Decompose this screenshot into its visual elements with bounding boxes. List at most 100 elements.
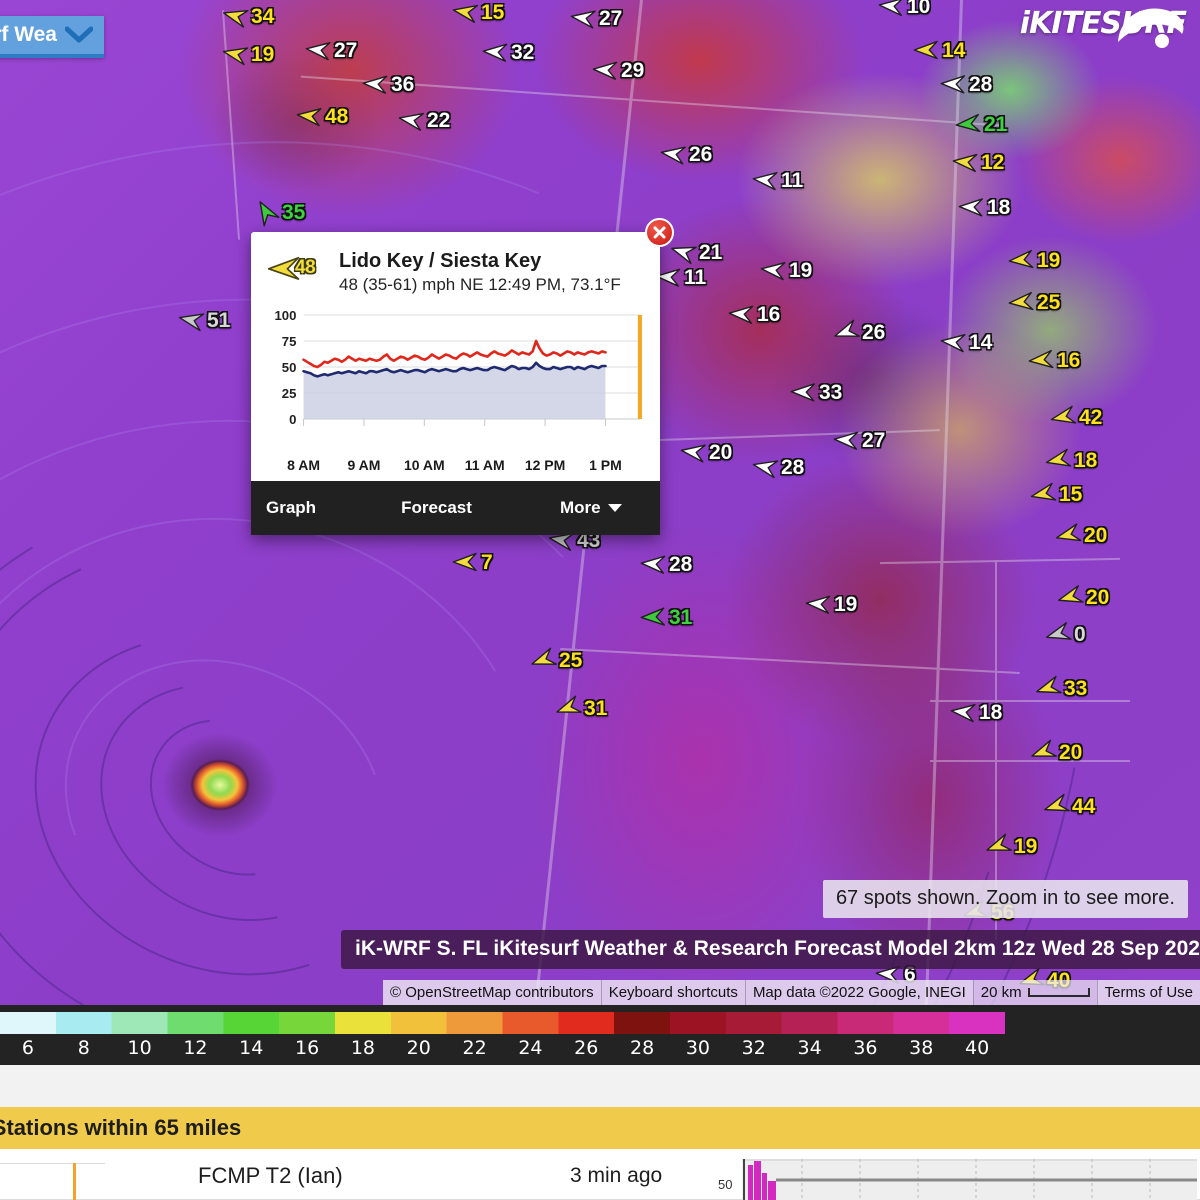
wind-marker-value: 19 — [251, 42, 275, 66]
wind-station-marker[interactable]: 19 — [222, 42, 274, 66]
wind-arrow-icon — [222, 9, 249, 28]
wind-station-marker[interactable]: 19 — [760, 258, 812, 282]
wind-station-marker[interactable]: 29 — [592, 58, 644, 82]
wind-station-marker[interactable]: 36 — [362, 72, 414, 96]
wind-marker-value: 19 — [789, 258, 813, 282]
close-icon[interactable] — [645, 218, 674, 247]
station-name[interactable]: FCMP T2 (Ian) — [198, 1163, 343, 1189]
wind-marker-value: 21 — [984, 112, 1008, 136]
wind-marker-value: 10 — [907, 0, 931, 18]
wind-marker-value: 29 — [621, 58, 645, 82]
wind-station-marker[interactable]: 26 — [833, 319, 885, 344]
wind-station-marker[interactable]: 27 — [305, 38, 357, 62]
wind-station-marker[interactable]: 20 — [1055, 523, 1107, 547]
wind-station-marker[interactable]: 7 — [452, 550, 493, 574]
wind-station-marker[interactable]: 20 — [1030, 739, 1083, 764]
wind-station-marker[interactable]: 14 — [940, 330, 992, 354]
surf-weather-dropdown[interactable]: rf Wea — [0, 16, 104, 58]
wind-station-marker[interactable]: 26 — [660, 142, 712, 166]
wind-station-marker[interactable]: 22 — [398, 108, 450, 132]
wind-marker-value: 28 — [969, 72, 993, 96]
wind-arrow-icon — [452, 4, 479, 23]
legend-tick: 24 — [518, 1037, 543, 1059]
chart-x-tick: 11 AM — [464, 457, 505, 473]
wind-station-marker[interactable]: 11 — [752, 168, 803, 192]
tab-more[interactable]: More — [560, 498, 622, 518]
wind-arrow-icon — [752, 460, 779, 479]
wind-station-marker[interactable]: 19 — [805, 592, 857, 616]
wind-station-marker[interactable]: 42 — [1050, 405, 1102, 429]
wind-station-marker[interactable]: 33 — [1035, 675, 1087, 700]
wind-arrow-icon — [660, 146, 686, 165]
wind-arrow-icon — [950, 704, 976, 723]
wind-station-marker[interactable]: 14 — [913, 38, 965, 62]
wind-marker-value: 35 — [282, 200, 306, 224]
station-popup[interactable]: 48 Lido Key / Siesta Key 48 (35-61) mph … — [251, 218, 674, 535]
wind-station-marker[interactable]: 15 — [452, 0, 504, 24]
wind-arrow-icon — [728, 305, 754, 324]
map-attribution-bar: © OpenStreetMap contributors Keyboard sh… — [0, 980, 1200, 1005]
wind-station-marker[interactable]: 10 — [878, 0, 930, 18]
wind-station-marker[interactable]: 11 — [655, 265, 706, 289]
wind-arrow-icon: 48 — [267, 250, 331, 286]
wind-station-marker[interactable]: 31 — [640, 605, 692, 629]
wind-marker-value: 19 — [1014, 834, 1038, 858]
wind-marker-value: 15 — [481, 0, 505, 24]
terms-of-use-link[interactable]: Terms of Use — [1096, 980, 1200, 1005]
wind-station-marker[interactable]: 21 — [955, 112, 1007, 136]
wind-arrow-icon — [1058, 585, 1084, 603]
wind-station-marker[interactable]: 27 — [570, 6, 622, 30]
ikitesurf-logo[interactable]: iKITESURF — [1020, 6, 1187, 48]
popup-footer: Graph Forecast More — [251, 481, 660, 535]
wind-marker-value: 34 — [251, 4, 275, 28]
wind-marker-value: 25 — [559, 648, 583, 672]
wind-station-marker[interactable]: 25 — [530, 647, 583, 672]
legend-tick: 16 — [294, 1037, 320, 1059]
wind-station-marker[interactable]: 15 — [1030, 482, 1082, 506]
legend-tick: 40 — [964, 1037, 990, 1059]
wind-station-marker[interactable]: 20 — [1057, 585, 1109, 609]
svg-text:75: 75 — [282, 334, 297, 349]
tab-forecast[interactable]: Forecast — [401, 498, 472, 518]
legend-tick-labels: 6 8 10 12 14 16 18 20 22 24 26 28 30 32 34 36 38 40 — [0, 1037, 1005, 1063]
wind-station-marker[interactable]: 31 — [555, 695, 607, 720]
wind-arrow-icon — [834, 319, 860, 337]
wind-station-marker[interactable]: 18 — [1045, 448, 1097, 472]
wind-station-marker[interactable]: 28 — [640, 552, 692, 576]
wind-station-marker[interactable]: 44 — [1043, 793, 1095, 818]
wind-station-marker[interactable]: 12 — [952, 150, 1004, 174]
wind-station-marker[interactable]: 25 — [1008, 290, 1060, 314]
wind-station-marker[interactable]: 16 — [1028, 348, 1080, 372]
legend-gradient — [0, 1012, 1005, 1034]
keyboard-shortcuts-button[interactable]: Keyboard shortcuts — [600, 980, 745, 1005]
wind-station-marker[interactable]: 28 — [752, 455, 804, 479]
wind-station-marker[interactable]: 35 — [253, 200, 306, 227]
wind-station-marker[interactable]: 19 — [1008, 248, 1060, 272]
wind-station-marker[interactable]: 16 — [728, 302, 780, 326]
row-divider — [0, 1163, 105, 1164]
wind-speed-legend: 6 8 10 12 14 16 18 20 22 24 26 28 30 32 34 36 38 40 — [0, 1005, 1200, 1065]
wind-station-marker[interactable]: 27 — [833, 428, 885, 452]
wind-station-marker[interactable]: 18 — [950, 700, 1002, 724]
wind-station-marker[interactable]: 21 — [670, 240, 722, 265]
panel-gap — [0, 1065, 1200, 1107]
table-row[interactable]: FCMP T2 (Ian) 3 min ago 50 — [0, 1149, 1200, 1200]
attribution-osm[interactable]: © OpenStreetMap contributors — [383, 980, 601, 1005]
wind-arrow-icon — [1036, 675, 1062, 694]
wind-marker-value: 18 — [979, 700, 1003, 724]
wind-station-marker[interactable]: 28 — [940, 72, 992, 96]
wind-arrow-icon — [940, 75, 966, 94]
wind-marker-value: 20 — [1059, 740, 1083, 764]
wind-station-marker[interactable]: 20 — [680, 440, 732, 464]
wind-station-marker[interactable]: 19 — [985, 833, 1038, 858]
wind-map[interactable]: 34 15 27 10 14 19 27 32 29 28 36 48 22 21 12 26 11 18 35 21… — [0, 0, 1200, 1005]
wind-station-marker[interactable]: 33 — [790, 380, 842, 404]
tab-graph[interactable]: Graph — [266, 498, 316, 518]
wind-station-marker[interactable]: 32 — [482, 40, 534, 64]
wind-station-marker[interactable]: 18 — [958, 195, 1010, 219]
attribution-google: Map data ©2022 Google, INEGI — [744, 980, 973, 1005]
wind-station-marker[interactable]: 51 — [178, 308, 230, 332]
wind-station-marker[interactable]: 34 — [222, 4, 274, 28]
wind-station-marker[interactable]: 0 — [1045, 622, 1086, 646]
wind-station-marker[interactable]: 48 — [296, 104, 348, 128]
